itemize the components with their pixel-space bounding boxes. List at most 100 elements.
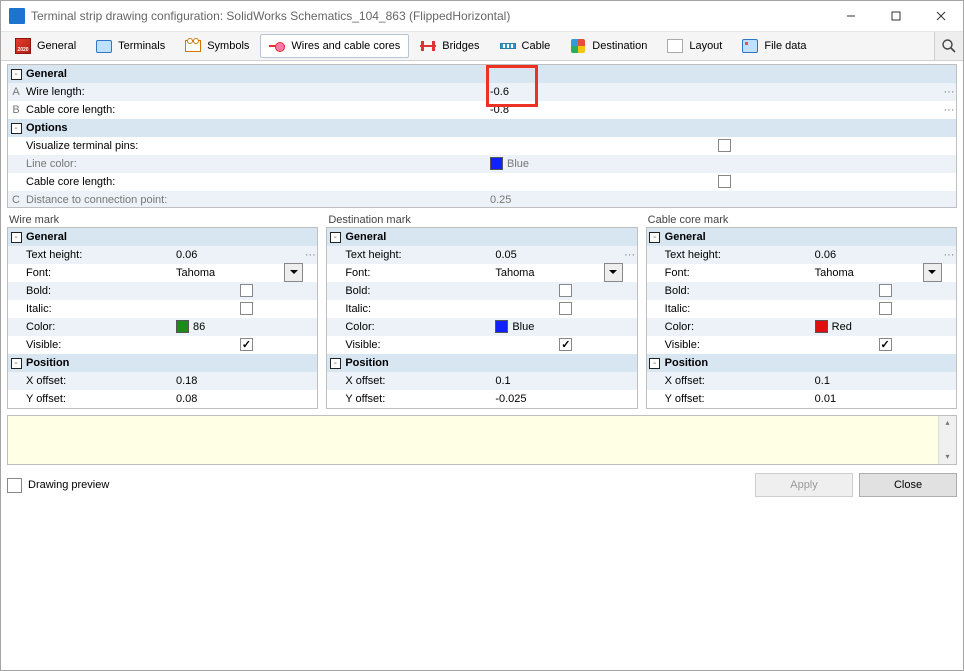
visualize-pins-checkbox[interactable] xyxy=(718,139,731,152)
row-color[interactable]: Color:Blue xyxy=(327,318,636,336)
row-bold[interactable]: Bold: xyxy=(647,282,956,300)
visible-checkbox[interactable] xyxy=(240,338,253,351)
x-offset-value[interactable]: 0.1 xyxy=(493,375,622,387)
y-offset-value[interactable]: -0.025 xyxy=(493,393,622,405)
bold-checkbox[interactable] xyxy=(240,284,253,297)
collapse-icon[interactable] xyxy=(11,69,22,80)
tab-wires[interactable]: Wires and cable cores xyxy=(260,34,409,58)
row-x-offset[interactable]: X offset:0.1 xyxy=(327,372,636,390)
wire-length-value[interactable]: -0.6 xyxy=(488,86,942,98)
row-line-color[interactable]: Line color:Blue xyxy=(8,155,956,173)
section-general[interactable]: General xyxy=(647,228,956,246)
row-bold[interactable]: Bold: xyxy=(8,282,317,300)
more-icon[interactable]: ··· xyxy=(942,104,956,116)
collapse-icon[interactable] xyxy=(330,232,341,243)
color-swatch[interactable] xyxy=(176,320,189,333)
italic-checkbox[interactable] xyxy=(559,302,572,315)
row-y-offset[interactable]: Y offset:0.01 xyxy=(647,390,956,408)
log-scrollbar[interactable]: ▴▾ xyxy=(938,416,956,464)
collapse-icon[interactable] xyxy=(11,358,22,369)
tab-symbols[interactable]: Symbols xyxy=(176,34,258,58)
tab-file-data[interactable]: File data xyxy=(733,34,815,58)
tab-general[interactable]: General xyxy=(6,34,85,58)
row-italic[interactable]: Italic: xyxy=(647,300,956,318)
close-button[interactable]: Close xyxy=(859,473,957,497)
row-distance-cp[interactable]: CDistance to connection point:0.25 xyxy=(8,191,956,208)
section-options[interactable]: Options xyxy=(8,119,956,137)
row-text-height[interactable]: Text height:0.06··· xyxy=(647,246,956,264)
italic-checkbox[interactable] xyxy=(240,302,253,315)
maximize-button[interactable] xyxy=(873,2,918,31)
cable-core-length-checkbox[interactable] xyxy=(718,175,731,188)
collapse-icon[interactable] xyxy=(11,123,22,134)
search-button[interactable] xyxy=(934,32,963,60)
text-height-value[interactable]: 0.05 xyxy=(493,249,622,261)
drawing-preview-checkbox[interactable] xyxy=(7,478,22,493)
row-x-offset[interactable]: X offset:0.1 xyxy=(647,372,956,390)
row-cable-core-length[interactable]: BCable core length:-0.8··· xyxy=(8,101,956,119)
minimize-button[interactable] xyxy=(828,2,873,31)
collapse-icon[interactable] xyxy=(649,358,660,369)
bold-checkbox[interactable] xyxy=(559,284,572,297)
text-height-value[interactable]: 0.06 xyxy=(174,249,303,261)
row-x-offset[interactable]: X offset:0.18 xyxy=(8,372,317,390)
bold-checkbox[interactable] xyxy=(879,284,892,297)
cable-core-length-value[interactable]: -0.8 xyxy=(488,104,942,116)
row-italic[interactable]: Italic: xyxy=(327,300,636,318)
section-position[interactable]: Position xyxy=(8,354,317,372)
color-swatch[interactable] xyxy=(495,320,508,333)
x-offset-value[interactable]: 0.18 xyxy=(174,375,303,387)
row-font[interactable]: Font:Tahoma xyxy=(647,264,956,282)
section-general[interactable]: General xyxy=(327,228,636,246)
apply-button[interactable]: Apply xyxy=(755,473,853,497)
section-position[interactable]: Position xyxy=(647,354,956,372)
row-bold[interactable]: Bold: xyxy=(327,282,636,300)
tab-cable[interactable]: Cable xyxy=(491,34,560,58)
distance-cp-value[interactable]: 0.25 xyxy=(488,194,942,206)
row-color[interactable]: Color:86 xyxy=(8,318,317,336)
font-value[interactable]: Tahoma xyxy=(495,267,534,279)
row-italic[interactable]: Italic: xyxy=(8,300,317,318)
tab-terminals[interactable]: Terminals xyxy=(87,34,174,58)
y-offset-value[interactable]: 0.01 xyxy=(813,393,942,405)
section-general[interactable]: General xyxy=(8,65,956,83)
italic-checkbox[interactable] xyxy=(879,302,892,315)
row-wire-length[interactable]: AWire length:-0.6··· xyxy=(8,83,956,101)
dropdown-icon[interactable] xyxy=(284,263,303,282)
text-height-value[interactable]: 0.06 xyxy=(813,249,942,261)
visible-checkbox[interactable] xyxy=(559,338,572,351)
row-visualize-pins[interactable]: Visualize terminal pins: xyxy=(8,137,956,155)
y-offset-value[interactable]: 0.08 xyxy=(174,393,303,405)
close-window-button[interactable] xyxy=(918,2,963,31)
line-color-swatch[interactable] xyxy=(490,157,503,170)
more-icon[interactable]: ··· xyxy=(303,249,317,261)
font-value[interactable]: Tahoma xyxy=(176,267,215,279)
row-y-offset[interactable]: Y offset:0.08 xyxy=(8,390,317,408)
collapse-icon[interactable] xyxy=(330,358,341,369)
row-visible[interactable]: Visible: xyxy=(327,336,636,354)
row-font[interactable]: Font:Tahoma xyxy=(327,264,636,282)
more-icon[interactable]: ··· xyxy=(623,249,637,261)
section-general[interactable]: General xyxy=(8,228,317,246)
scroll-down-icon[interactable]: ▾ xyxy=(945,450,949,464)
tab-layout[interactable]: Layout xyxy=(658,34,731,58)
x-offset-value[interactable]: 0.1 xyxy=(813,375,942,387)
row-cable-core-length-2[interactable]: Cable core length: xyxy=(8,173,956,191)
collapse-icon[interactable] xyxy=(649,232,660,243)
collapse-icon[interactable] xyxy=(11,232,22,243)
row-color[interactable]: Color:Red xyxy=(647,318,956,336)
font-value[interactable]: Tahoma xyxy=(815,267,854,279)
scroll-up-icon[interactable]: ▴ xyxy=(945,416,949,430)
section-position[interactable]: Position xyxy=(327,354,636,372)
row-text-height[interactable]: Text height:0.06··· xyxy=(8,246,317,264)
row-visible[interactable]: Visible: xyxy=(647,336,956,354)
more-icon[interactable]: ··· xyxy=(942,249,956,261)
row-visible[interactable]: Visible: xyxy=(8,336,317,354)
more-icon[interactable]: ··· xyxy=(942,86,956,98)
row-y-offset[interactable]: Y offset:-0.025 xyxy=(327,390,636,408)
dropdown-icon[interactable] xyxy=(604,263,623,282)
visible-checkbox[interactable] xyxy=(879,338,892,351)
color-swatch[interactable] xyxy=(815,320,828,333)
dropdown-icon[interactable] xyxy=(923,263,942,282)
tab-destination[interactable]: Destination xyxy=(561,34,656,58)
